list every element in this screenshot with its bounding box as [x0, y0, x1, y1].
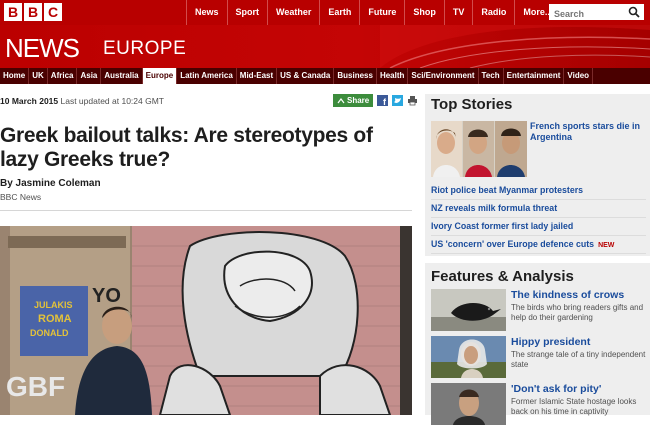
top-stories-list: Riot police beat Myanmar protesters NZ r… — [431, 182, 646, 254]
feature-title[interactable]: 'Don't ask for pity' — [511, 383, 601, 395]
facebook-icon[interactable]: f — [377, 95, 389, 106]
share-icon — [337, 97, 345, 103]
secnav-sci-environment[interactable]: Sci/Environment — [408, 68, 479, 84]
article-photo[interactable]: JULAKIS ROMA DONALD YO GBF — [0, 226, 412, 415]
section-nav: Home UK Africa Asia Australia Europe Lat… — [0, 68, 650, 84]
secnav-mid-east[interactable]: Mid-East — [237, 68, 278, 84]
nav-shop[interactable]: Shop — [404, 0, 444, 25]
top-stories-heading: Top Stories — [431, 96, 513, 113]
top-bar: B B C News Sport Weather Earth Future Sh… — [0, 0, 650, 25]
secnav-entertainment[interactable]: Entertainment — [504, 68, 565, 84]
secnav-africa[interactable]: Africa — [48, 68, 78, 84]
bbc-logo[interactable]: B B C — [4, 3, 62, 21]
article-meta: 10 March 2015 Last updated at 10:24 GMT — [0, 96, 164, 106]
twitter-icon[interactable] — [392, 95, 404, 106]
nav-future[interactable]: Future — [359, 0, 404, 25]
share-button[interactable]: Share — [333, 94, 374, 107]
logo-letter: B — [4, 3, 22, 21]
byline-author: By Jasmine Coleman — [0, 178, 101, 189]
story-link[interactable]: US 'concern' over Europe defence cuts — [431, 239, 594, 249]
news-wordmark[interactable]: NEWS — [5, 33, 80, 64]
print-icon[interactable] — [407, 95, 418, 106]
feature-thumbnail-hostage — [431, 383, 506, 425]
feature-item[interactable]: Hippy president The strange tale of a ti… — [431, 336, 646, 380]
last-updated: Last updated at 10:24 GMT — [60, 96, 164, 106]
feature-thumbnail-crow — [431, 289, 506, 331]
secnav-tech[interactable]: Tech — [479, 68, 504, 84]
share-label: Share — [347, 96, 370, 105]
nav-sport[interactable]: Sport — [226, 0, 268, 25]
story-link[interactable]: NZ reveals milk formula threat — [431, 203, 557, 213]
nav-weather[interactable]: Weather — [267, 0, 319, 25]
secnav-video[interactable]: Video — [564, 68, 594, 84]
feature-title[interactable]: The kindness of crows — [511, 289, 624, 301]
secnav-home[interactable]: Home — [0, 68, 30, 84]
street-art-photo: JULAKIS ROMA DONALD YO GBF — [0, 226, 412, 415]
feature-summary: The strange tale of a tiny independent s… — [511, 350, 646, 369]
feature-title[interactable]: Hippy president — [511, 336, 590, 348]
graffiti-tag: DONALD — [30, 328, 69, 338]
secnav-asia[interactable]: Asia — [77, 68, 102, 84]
graffiti-tag: YO — [92, 285, 121, 307]
top-story-lead-link[interactable]: French sports stars die in Argentina — [530, 121, 642, 143]
feature-item[interactable]: 'Don't ask for pity' Former Islamic Stat… — [431, 383, 646, 427]
features-heading: Features & Analysis — [431, 268, 574, 285]
story-link[interactable]: Ivory Coast former first lady jailed — [431, 221, 573, 231]
list-item[interactable]: Riot police beat Myanmar protesters — [431, 182, 646, 200]
feature-summary: Former Islamic State hostage looks back … — [511, 397, 637, 416]
feature-item[interactable]: The kindness of crows The birds who brin… — [431, 289, 646, 333]
features-analysis: Features & Analysis — [425, 268, 650, 285]
secnav-australia[interactable]: Australia — [101, 68, 143, 84]
list-item[interactable]: NZ reveals milk formula threat — [431, 200, 646, 218]
feature-thumbnail-hippy — [431, 336, 506, 378]
list-item[interactable]: Ivory Coast former first lady jailed — [431, 218, 646, 236]
global-nav: News Sport Weather Earth Future Shop TV … — [186, 0, 560, 25]
secnav-us-canada[interactable]: US & Canada — [277, 68, 335, 84]
search-icon[interactable] — [628, 6, 640, 18]
divider — [0, 210, 412, 211]
logo-letter: C — [44, 3, 62, 21]
banner-swoosh — [380, 25, 650, 68]
graffiti-tag: GBF — [6, 371, 65, 402]
news-banner: NEWS EUROPE — [0, 25, 650, 68]
sidebar-separator — [425, 256, 650, 263]
graffiti-tag: JULAKIS — [34, 300, 73, 310]
nav-earth[interactable]: Earth — [319, 0, 359, 25]
article-headline: Greek bailout talks: Are stereotypes of … — [0, 124, 373, 171]
secnav-latin-america[interactable]: Latin America — [177, 68, 237, 84]
nav-radio[interactable]: Radio — [472, 0, 514, 25]
share-tools: Share f — [333, 94, 418, 107]
secnav-europe[interactable]: Europe — [142, 68, 178, 84]
story-link[interactable]: Riot police beat Myanmar protesters — [431, 185, 583, 195]
new-badge: NEW — [598, 242, 615, 249]
secnav-health[interactable]: Health — [377, 68, 409, 84]
byline-role: BBC News — [0, 192, 42, 202]
nav-tv[interactable]: TV — [443, 0, 473, 25]
logo-letter: B — [24, 3, 42, 21]
search-input[interactable] — [549, 6, 624, 22]
secnav-business[interactable]: Business — [334, 68, 377, 84]
feature-summary: The birds who bring readers gifts and he… — [511, 303, 644, 322]
search-box — [549, 4, 644, 22]
nav-news[interactable]: News — [186, 0, 227, 25]
graffiti-tag: ROMA — [38, 313, 72, 325]
top-story-thumbnail[interactable] — [431, 121, 527, 177]
secnav-uk[interactable]: UK — [29, 68, 48, 84]
list-item[interactable]: US 'concern' over Europe defence cuts NEW — [431, 236, 646, 254]
article-date: 10 March 2015 — [0, 96, 59, 106]
region-title: EUROPE — [103, 38, 187, 59]
top-stories: Top Stories — [425, 96, 650, 113]
